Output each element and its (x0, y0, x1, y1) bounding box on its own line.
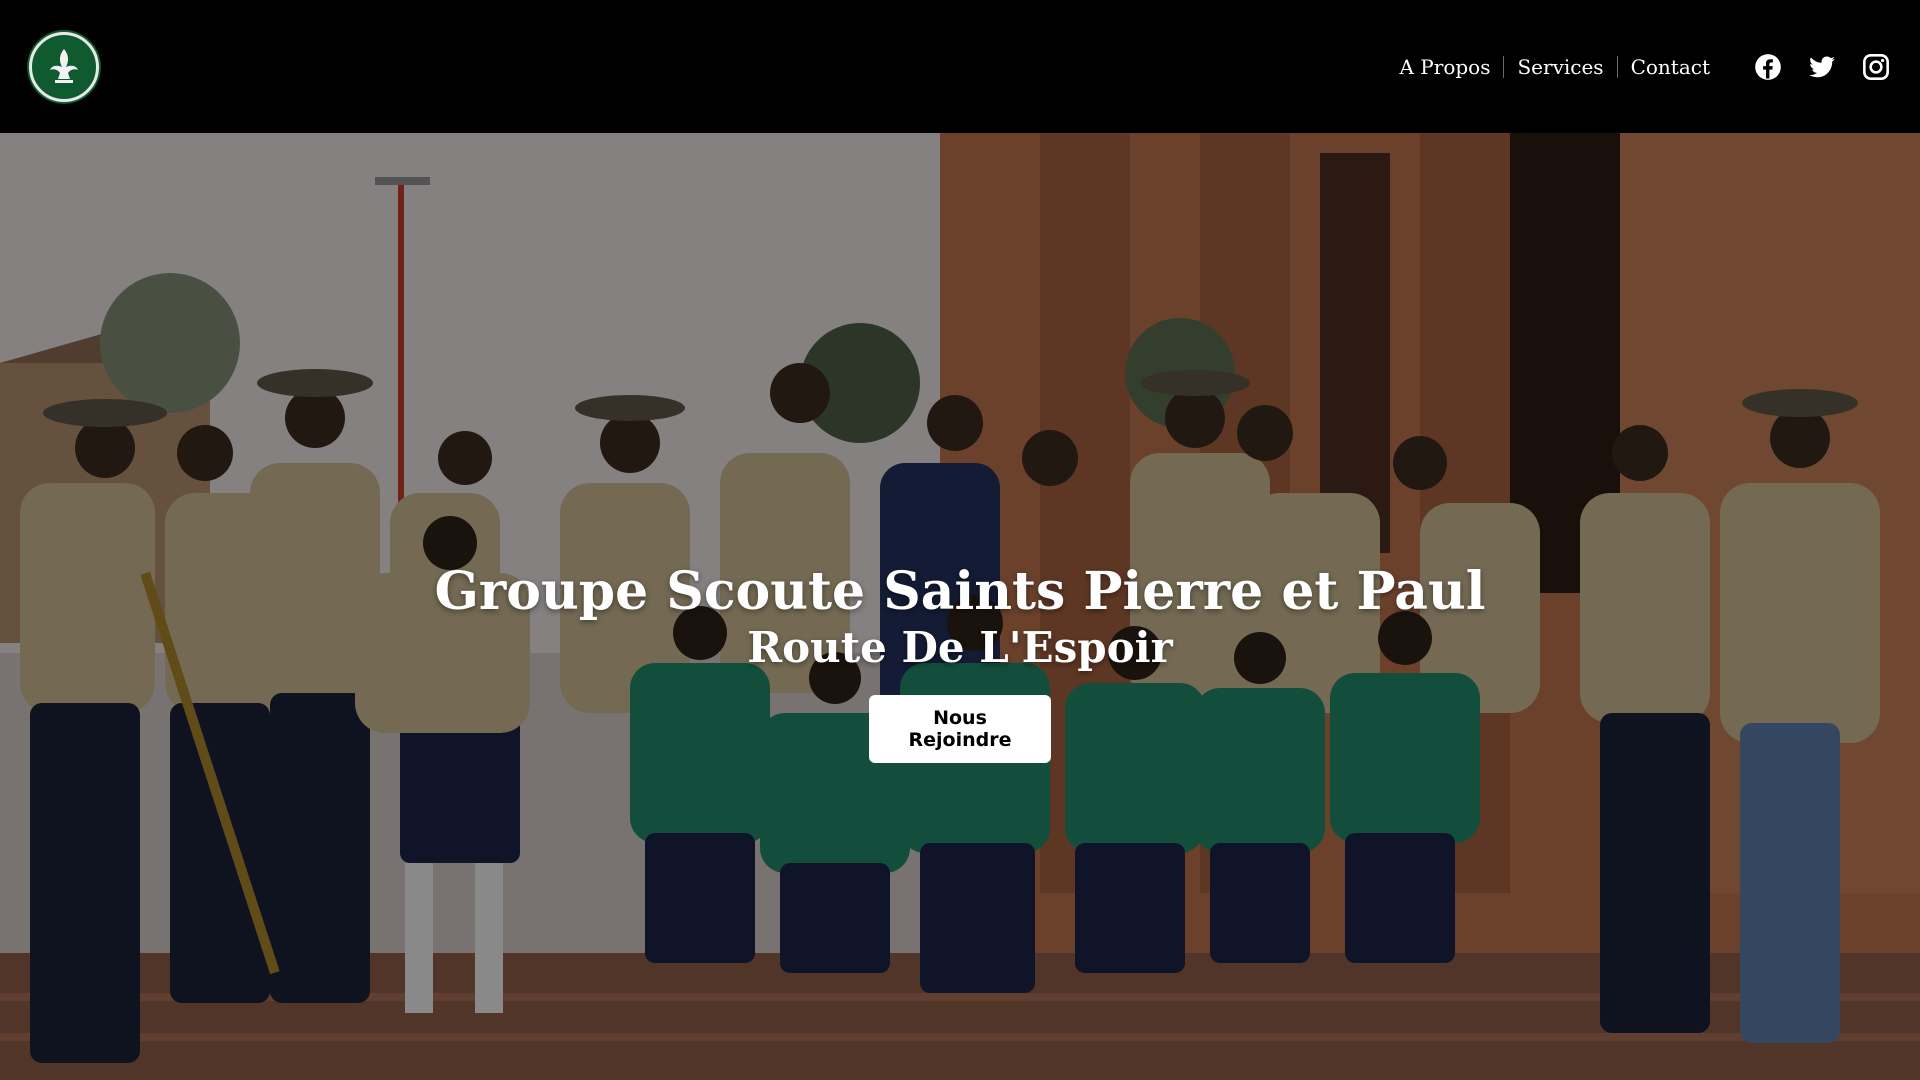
hero-section: Groupe Scoute Saints Pierre et Paul Rout… (0, 133, 1920, 1080)
twitter-link[interactable] (1807, 52, 1837, 82)
fleur-de-lis-icon (50, 48, 78, 83)
nav-services[interactable]: Services (1504, 56, 1616, 78)
hero-title: Groupe Scoute Saints Pierre et Paul (434, 561, 1486, 622)
instagram-link[interactable] (1861, 52, 1891, 82)
social-links (1729, 52, 1891, 82)
navbar: A Propos Services Contact (0, 0, 1920, 133)
nav-contact[interactable]: Contact (1618, 56, 1723, 78)
facebook-link[interactable] (1753, 52, 1783, 82)
main-nav: A Propos Services Contact (1387, 52, 1892, 82)
hero-content: Groupe Scoute Saints Pierre et Paul Rout… (0, 133, 1920, 1080)
facebook-icon (1755, 53, 1781, 80)
scout-logo[interactable] (29, 31, 99, 102)
hero-subtitle: Route De L'Espoir (747, 623, 1173, 672)
twitter-icon (1809, 56, 1835, 77)
instagram-icon (1863, 53, 1889, 80)
join-us-button[interactable]: Nous Rejoindre (869, 695, 1051, 763)
nav-a-propos[interactable]: A Propos (1387, 56, 1504, 78)
